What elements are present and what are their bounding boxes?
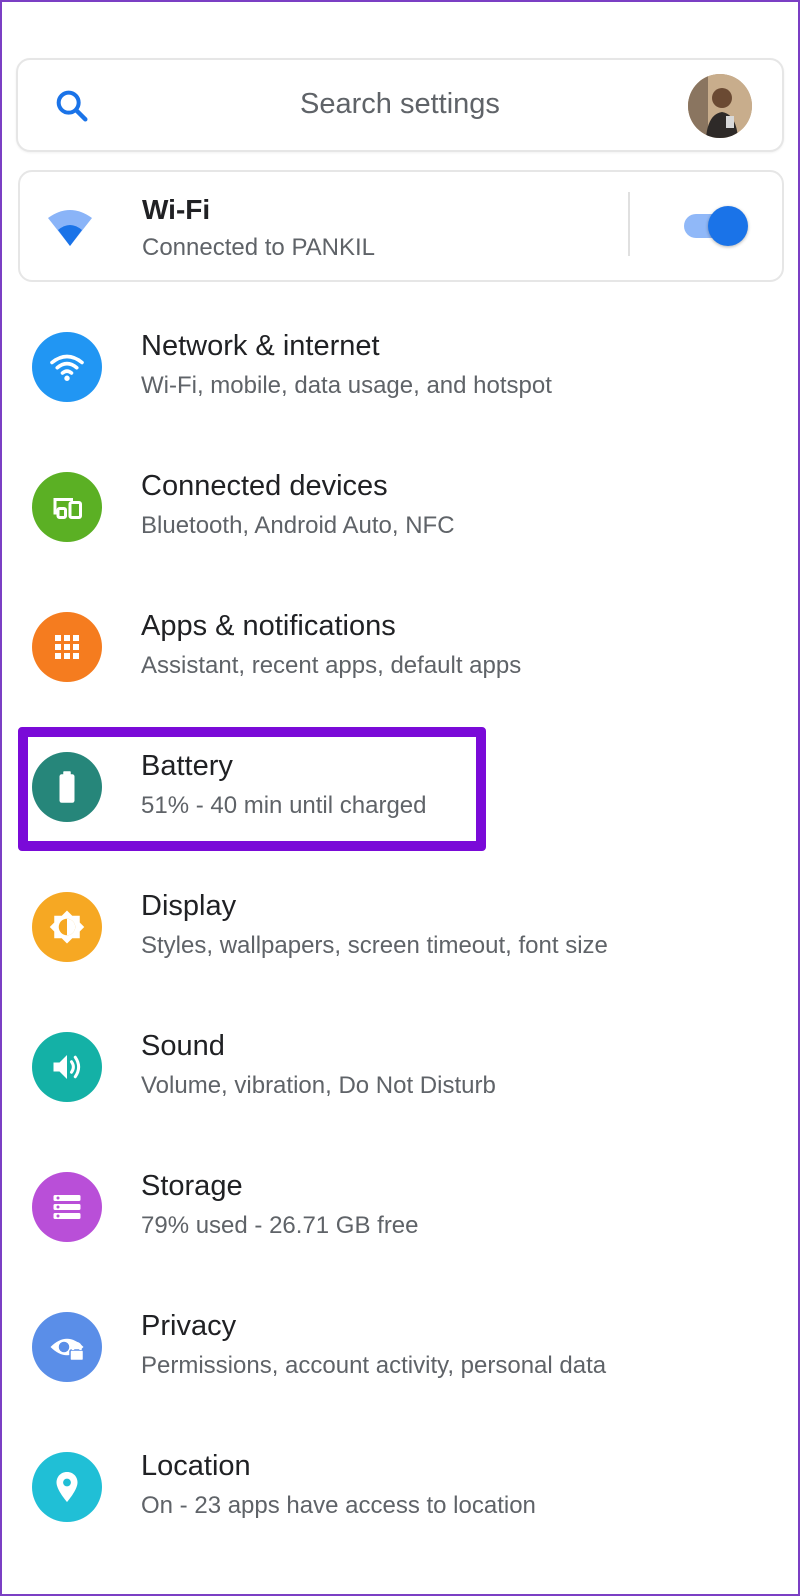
item-title: Connected devices: [141, 470, 388, 502]
item-subtitle: Wi-Fi, mobile, data usage, and hotspot: [141, 372, 552, 399]
item-subtitle: 79% used - 26.71 GB free: [141, 1212, 419, 1239]
wifi-status: Connected to PANKIL: [142, 234, 376, 261]
wifi-card[interactable]: Wi-Fi Connected to PANKIL: [18, 170, 784, 282]
item-subtitle: On - 23 apps have access to location: [141, 1492, 536, 1519]
devices-icon: [32, 472, 102, 542]
settings-item-network[interactable]: Network & internet Wi-Fi, mobile, data u…: [0, 300, 800, 440]
wifi-icon: [32, 332, 102, 402]
item-subtitle: Styles, wallpapers, screen timeout, font…: [141, 932, 608, 959]
item-title: Display: [141, 890, 237, 922]
item-subtitle: 51% - 40 min until charged: [141, 792, 427, 819]
settings-item-battery[interactable]: Battery 51% - 40 min until charged: [0, 720, 800, 860]
item-title: Network & internet: [141, 330, 380, 362]
wifi-toggle[interactable]: [680, 206, 748, 246]
storage-icon: [32, 1172, 102, 1242]
item-title: Location: [141, 1450, 251, 1482]
item-subtitle: Assistant, recent apps, default apps: [141, 652, 522, 679]
volume-icon: [32, 1032, 102, 1102]
avatar[interactable]: [688, 74, 752, 138]
toggle-thumb: [708, 206, 748, 246]
location-pin-icon: [32, 1452, 102, 1522]
settings-item-storage[interactable]: Storage 79% used - 26.71 GB free: [0, 1140, 800, 1280]
settings-item-display[interactable]: Display Styles, wallpapers, screen timeo…: [0, 860, 800, 1000]
avatar-photo: [688, 74, 752, 138]
privacy-eye-icon: [32, 1312, 102, 1382]
item-title: Sound: [141, 1030, 225, 1062]
settings-item-apps[interactable]: Apps & notifications Assistant, recent a…: [0, 580, 800, 720]
settings-item-sound[interactable]: Sound Volume, vibration, Do Not Disturb: [0, 1000, 800, 1140]
item-subtitle: Permissions, account activity, personal …: [141, 1352, 607, 1379]
brightness-icon: [32, 892, 102, 962]
item-title: Apps & notifications: [141, 610, 396, 642]
wifi-signal-icon: [48, 210, 92, 246]
item-subtitle: Bluetooth, Android Auto, NFC: [141, 512, 455, 539]
item-title: Privacy: [141, 1310, 237, 1342]
item-subtitle: Volume, vibration, Do Not Disturb: [141, 1072, 496, 1099]
item-title: Storage: [141, 1170, 243, 1202]
search-bar[interactable]: Search settings: [16, 58, 784, 152]
item-title: Battery: [141, 750, 233, 782]
search-placeholder[interactable]: Search settings: [18, 88, 782, 121]
settings-item-location[interactable]: Location On - 23 apps have access to loc…: [0, 1420, 800, 1560]
divider: [628, 192, 630, 256]
apps-grid-icon: [32, 612, 102, 682]
battery-icon: [32, 752, 102, 822]
settings-item-privacy[interactable]: Privacy Permissions, account activity, p…: [0, 1280, 800, 1420]
settings-item-connected-devices[interactable]: Connected devices Bluetooth, Android Aut…: [0, 440, 800, 580]
wifi-title: Wi-Fi: [142, 194, 211, 225]
